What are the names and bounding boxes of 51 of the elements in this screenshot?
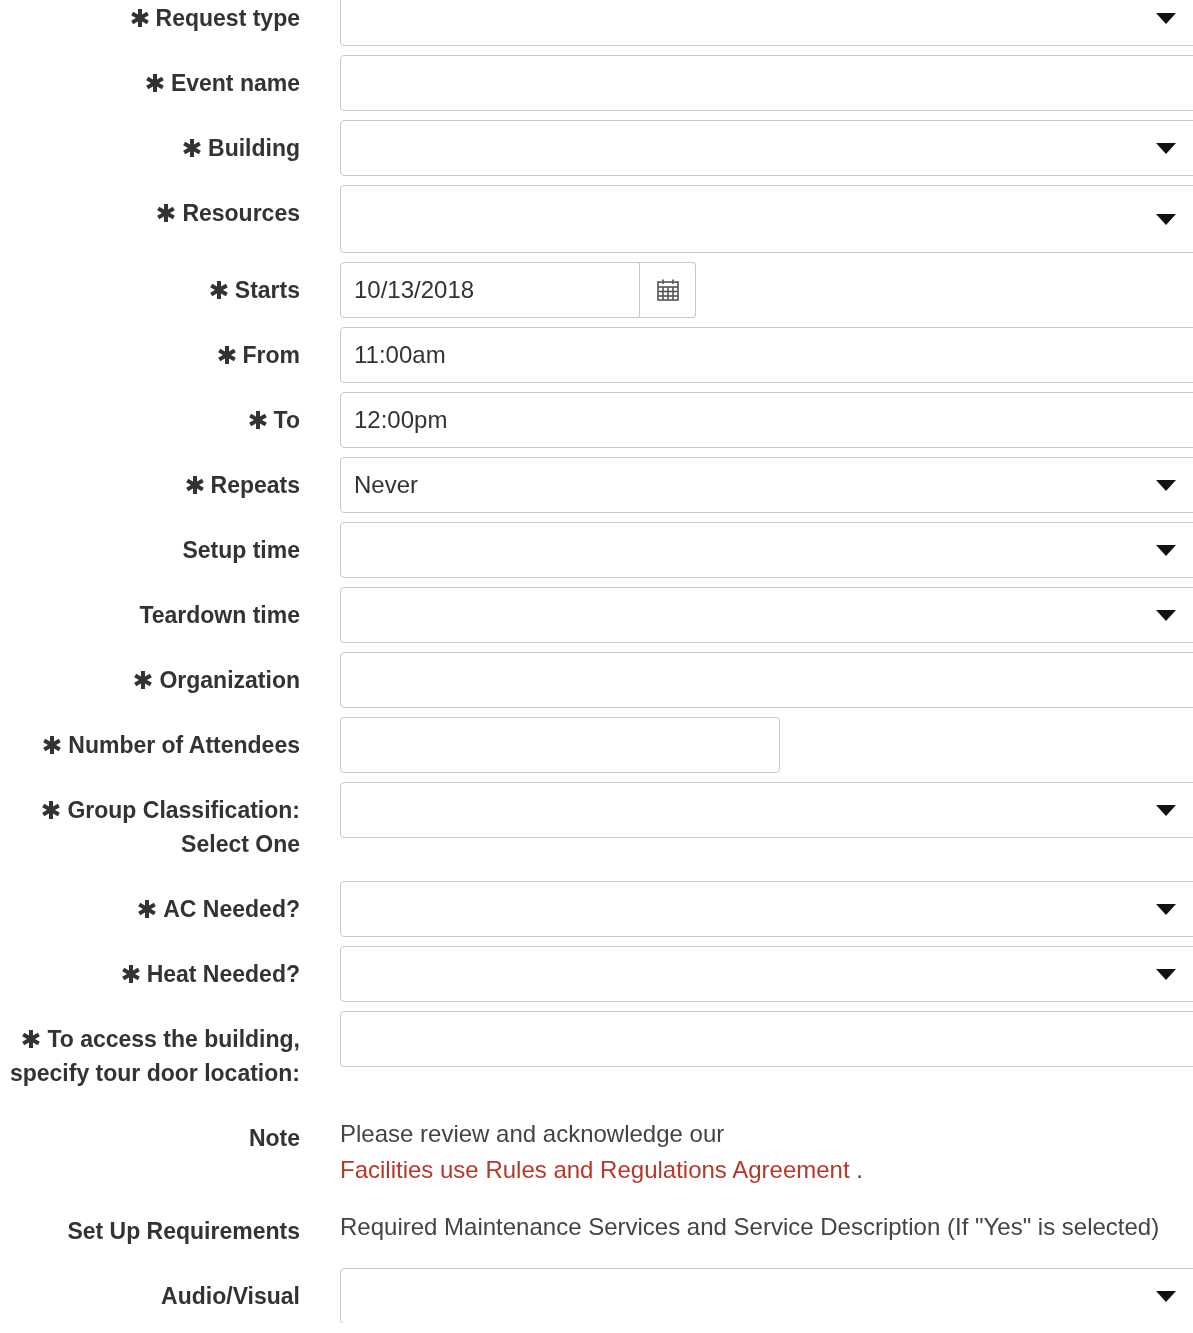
field-label: Resources (156, 196, 300, 230)
caret-icon (1156, 968, 1176, 980)
caret-icon (1156, 1290, 1176, 1302)
caret-icon (1156, 804, 1176, 816)
field-label: From (216, 338, 300, 372)
select-field[interactable] (340, 946, 1193, 1002)
field-label: Setup time (182, 536, 300, 565)
field-label: Heat Needed? (120, 957, 300, 991)
input-field[interactable] (340, 652, 1193, 708)
caret-icon (1156, 479, 1176, 491)
select-field[interactable] (340, 782, 1193, 838)
field-label: Note (248, 1124, 300, 1153)
caret-icon (1156, 12, 1176, 24)
select-field[interactable] (340, 1268, 1193, 1323)
field-label: Audio/Visual (161, 1282, 300, 1311)
select-field[interactable] (340, 522, 1193, 578)
field-label: Request type (129, 1, 300, 35)
info-text: Required Maintenance Services and Service Description (If "Yes" is selected) (340, 1212, 1161, 1242)
select-field[interactable] (340, 0, 1193, 46)
caret-icon (1156, 142, 1176, 154)
field-label: Event name (144, 66, 300, 100)
field-label: Building (182, 131, 300, 165)
input-field[interactable] (340, 717, 780, 773)
note-text: Please review and acknowledge our Facilities use Rules and Regulations Agreement . (340, 1119, 864, 1185)
field-label: Starts (208, 273, 300, 307)
select-field[interactable] (340, 881, 1193, 937)
field-label: To (247, 403, 300, 437)
field-label: Set Up Requirements (67, 1217, 300, 1246)
input-field[interactable]: 11:00am (340, 327, 1193, 383)
caret-icon (1156, 544, 1176, 556)
select-field[interactable]: Never (340, 457, 1193, 513)
agreement-link[interactable]: Facilities use Rules and Regulations Agreement (340, 1156, 850, 1183)
calendar-icon (655, 278, 680, 302)
field-label: Number of Attendees (42, 728, 300, 762)
input-field[interactable] (340, 55, 1193, 111)
field-label: To access the building, specify tour door location: (8, 1025, 300, 1088)
input-field[interactable]: 12:00pm (340, 392, 1193, 448)
date-field[interactable]: 10/13/2018 (340, 262, 640, 318)
caret-icon (1156, 609, 1176, 621)
caret-icon (1156, 903, 1176, 915)
input-field[interactable] (340, 1011, 1193, 1067)
calendar-button[interactable] (640, 262, 696, 318)
select-field[interactable] (340, 185, 1193, 253)
field-label: Group Classification: Select One (0, 793, 300, 861)
field-label: Organization (133, 663, 300, 697)
field-label: Repeats (184, 468, 300, 502)
select-field[interactable] (340, 587, 1193, 643)
field-label: AC Needed? (137, 892, 300, 926)
select-field[interactable] (340, 120, 1193, 176)
field-label: Teardown time (139, 601, 300, 630)
caret-icon (1156, 213, 1176, 225)
